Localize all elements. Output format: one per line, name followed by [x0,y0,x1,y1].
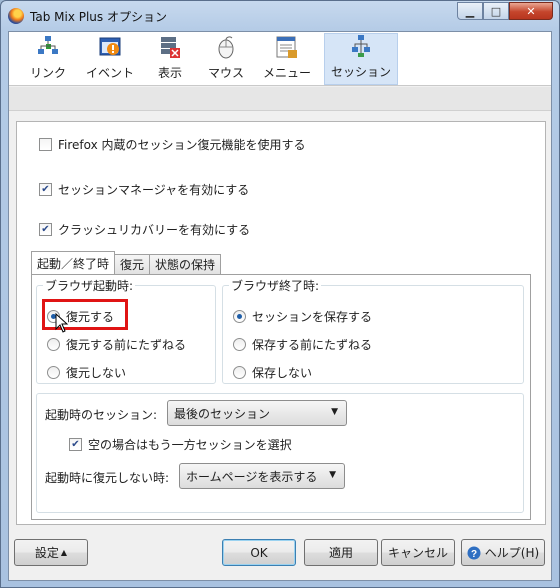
mouse-icon [218,36,234,59]
empty-choose-checkbox[interactable]: ✔ [69,438,82,451]
no-restore-label: 起動時に復元しない時: [45,471,170,485]
session-settings-group: 起動時のセッション: 最後のセッション ▼ ✔ 空の場合はもう一方セッションを選… [36,393,524,513]
exit-save-label: セッションを保存する [252,310,373,324]
help-button[interactable]: ? ヘルプ(H) [461,539,545,566]
link-icon [38,36,58,54]
toolbar-mouse-button[interactable]: マウス [205,33,247,85]
firefox-session-option[interactable]: Firefox 内蔵のセッション復元機能を使用する [39,136,306,153]
session-panel: Firefox 内蔵のセッション復元機能を使用する ✔ セッションマネージャを有… [16,121,546,525]
exit-save-radio[interactable] [233,310,246,323]
mouse-pointer-icon [55,313,69,333]
session-manager-checkbox[interactable]: ✔ [39,183,52,196]
crash-recovery-label: クラッシュリカバリーを有効にする [58,223,251,237]
firefox-session-label: Firefox 内蔵のセッション復元機能を使用する [58,138,306,152]
startup-ask-label: 復元する前にたずねる [66,338,187,352]
subbar [9,87,551,111]
toolbar-session-button[interactable]: セッション [324,33,398,85]
toolbar-label: メニュー [262,66,311,80]
startup-session-dropdown[interactable]: 最後のセッション ▼ [167,400,347,426]
toolbar-label: 表示 [157,66,182,80]
exit-ask-radio[interactable] [233,338,246,351]
startup-norestore-label: 復元しない [66,366,127,380]
toolbar-label: イベント [85,66,134,80]
startup-session-label: 起動時のセッション: [45,408,158,422]
toolbar-label: マウス [207,66,244,80]
exit-nosave-label: 保存しない [252,366,313,380]
ok-button[interactable]: OK [222,539,296,566]
empty-choose-label: 空の場合はもう一方セッションを選択 [88,438,292,452]
exit-nosave-radio[interactable] [233,366,246,379]
title-bar[interactable]: Tab Mix Plus オプション ▁ □ ✕ [1,1,559,31]
chevron-down-icon: ▼ [329,470,336,480]
tab-body: ブラウザ起動時: 復元する 復元する前にたずねる 復元しない ブラウザ終了時: … [31,274,531,520]
tab-startup-exit[interactable]: 起動／終了時 [31,251,116,274]
toolbar-event-button[interactable]: イベント [85,33,135,85]
exit-save-option[interactable]: セッションを保存する [233,308,372,325]
window-controls: ▁ □ ✕ [457,2,553,20]
toolbar-menu-button[interactable]: メニュー [261,33,313,85]
startup-ask-radio[interactable] [47,338,60,351]
minimize-icon: ▁ [465,4,475,18]
settings-label: 設定 [34,546,59,560]
exit-ask-label: 保存する前にたずねる [252,338,373,352]
startup-group-label: ブラウザ起動時: [43,277,136,294]
exit-ask-option[interactable]: 保存する前にたずねる [233,336,372,353]
window-title: Tab Mix Plus オプション [30,10,167,24]
display-icon [161,37,180,58]
session-tabs: 起動／終了時 復元 状態の保持 [31,251,222,274]
tab-restore[interactable]: 復元 [114,254,151,274]
maximize-icon: □ [490,4,502,18]
session-manager-option[interactable]: ✔ セッションマネージャを有効にする [39,181,249,198]
exit-group-label: ブラウザ終了時: [229,277,322,294]
crash-recovery-option[interactable]: ✔ クラッシュリカバリーを有効にする [39,221,250,238]
session-manager-label: セッションマネージャを有効にする [58,183,250,197]
startup-group: ブラウザ起動時: 復元する 復元する前にたずねる 復元しない [36,277,216,384]
help-icon: ? [467,546,481,560]
startup-ask-option[interactable]: 復元する前にたずねる [47,336,186,353]
settings-button[interactable]: 設定 ▲ [14,539,88,566]
exit-group: ブラウザ終了時: セッションを保存する 保存する前にたずねる 保存しない [222,277,524,384]
firefox-session-checkbox[interactable] [39,138,52,151]
crash-recovery-checkbox[interactable]: ✔ [39,223,52,236]
close-button[interactable]: ✕ [509,2,553,20]
cancel-button[interactable]: キャンセル [381,539,455,566]
startup-session-value: 最後のセッション [174,406,271,421]
chevron-down-icon: ▼ [331,407,338,417]
toolbar-display-button[interactable]: 表示 [155,33,185,85]
toolbar-label: リンク [29,66,66,80]
menu-icon [276,36,297,58]
svg-text:?: ? [471,549,477,560]
caret-up-icon: ▲ [60,548,68,557]
minimize-button[interactable]: ▁ [457,2,483,20]
dialog-client: リンク イベント 表示 マウス メニュー セッション Firefox 内蔵のセッ… [8,31,552,581]
exit-nosave-option[interactable]: 保存しない [233,364,312,381]
options-window: Tab Mix Plus オプション ▁ □ ✕ リンク イベント 表示 マウス… [0,0,560,588]
tab-preserve-state[interactable]: 状態の保持 [149,254,222,274]
help-label: ヘルプ(H) [484,546,540,560]
startup-norestore-option[interactable]: 復元しない [47,364,126,381]
empty-choose-option[interactable]: ✔ 空の場合はもう一方セッションを選択 [69,436,292,453]
no-restore-value: ホームページを表示する [186,469,318,484]
close-icon: ✕ [526,4,536,18]
firefox-icon [8,8,24,24]
event-icon [99,37,121,56]
category-toolbar: リンク イベント 表示 マウス メニュー セッション [9,32,551,86]
no-restore-dropdown[interactable]: ホームページを表示する ▼ [179,463,345,489]
toolbar-link-button[interactable]: リンク [27,33,69,85]
apply-button[interactable]: 適用 [304,539,378,566]
session-icon [352,35,370,57]
maximize-button[interactable]: □ [483,2,509,20]
startup-norestore-radio[interactable] [47,366,60,379]
toolbar-label: セッション [330,65,391,79]
